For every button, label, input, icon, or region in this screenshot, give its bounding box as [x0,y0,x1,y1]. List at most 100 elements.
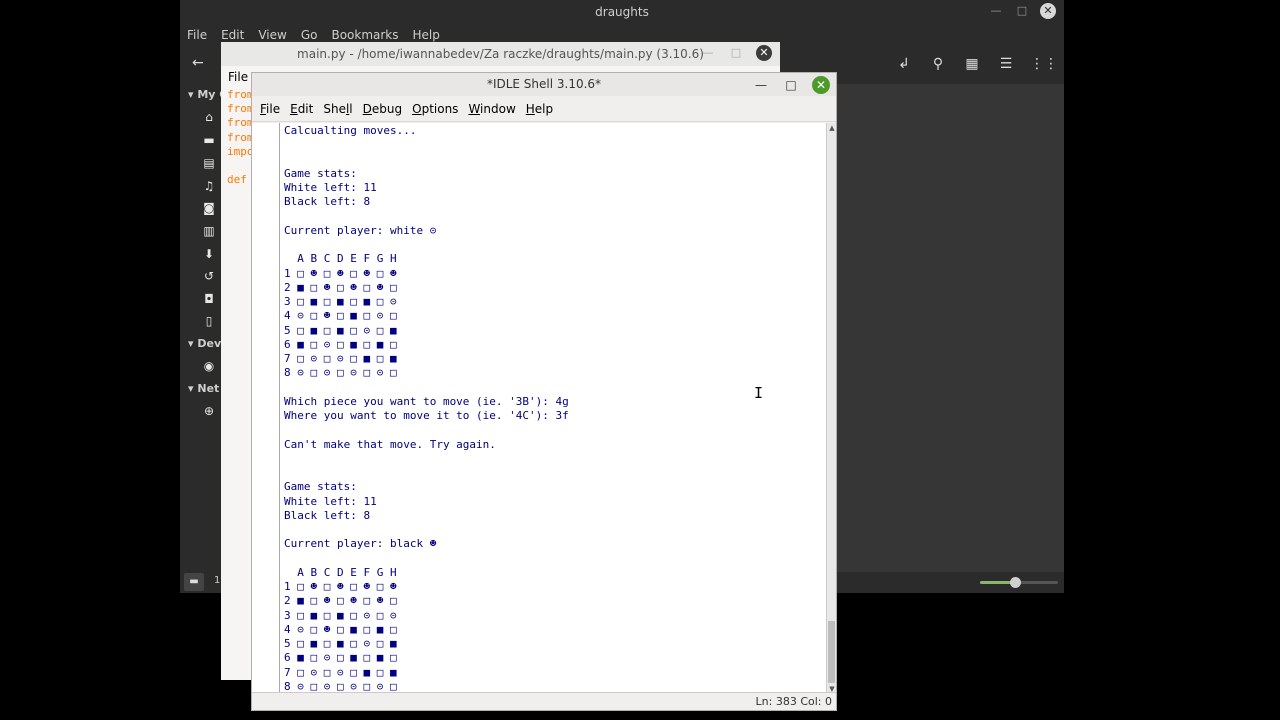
close-icon[interactable]: ✕ [756,45,772,61]
filesystem-icon[interactable]: ◘ [202,292,216,306]
shell-line: Game stats: [284,480,357,494]
shell-line: Which piece you want to move (ie. '3B'):… [284,394,569,408]
back-arrow-icon[interactable]: ← [192,55,204,71]
close-icon[interactable]: ✕ [812,76,830,94]
shell-line: Black left: 8 [284,508,371,522]
downloads-icon[interactable]: ⬇ [202,247,216,261]
icon-view-icon[interactable]: ▦ [962,54,982,74]
shell-line: 7 □ ⊝ □ ⊝ □ ■ □ ■ [284,665,397,679]
scrollbar-thumb[interactable] [828,621,835,683]
minimize-icon[interactable]: — [752,76,770,94]
shell-line: White left: 11 [284,494,377,508]
shell-line: 6 ■ □ ⊝ □ ■ □ ■ □ [284,337,397,351]
documents-icon[interactable]: ▤ [202,156,216,170]
desktop-icon[interactable]: ▬ [202,133,216,147]
menu-mnemonic: E [290,102,298,116]
close-icon[interactable]: ✕ [1040,3,1056,19]
shell-line: Current player: black ☻ [284,537,437,551]
zoom-slider-knob[interactable] [1010,577,1022,588]
menu-mnemonic: D [362,102,372,116]
zoom-slider[interactable] [980,577,1058,588]
shell-line: Where you want to move it to (ie. '4C'):… [284,409,569,422]
shell-text-area[interactable]: Calcualting moves... Game stats: White lef… [252,123,826,694]
shell-line: 2 ■ □ ☻ □ ☻ □ ☻ □ [284,280,397,294]
menu-label-part: ile [266,102,281,116]
shell-line: Calcualting moves... [284,124,417,137]
shell-menu-item[interactable]: Edit [285,96,318,121]
shell-menu-item[interactable]: File [255,96,285,121]
fm-title: draughts [595,5,649,19]
menu-label-part: indow [480,102,516,116]
folder-icon[interactable]: ▬ [184,573,204,591]
sidebar-heading-network[interactable]: ▾ Net [188,382,219,395]
minimize-icon[interactable]: — [700,45,716,61]
shell-line: 1 □ ☻ □ ☻ □ ☻ □ ☻ [284,266,397,280]
menu-mnemonic: W [468,102,481,116]
shell-line: 5 □ ■ □ ■ □ ⊝ □ ■ [284,323,397,337]
home-icon[interactable]: ⌂ [202,110,216,124]
maximize-icon[interactable]: □ [1014,3,1030,19]
network-icon[interactable]: ⊕ [202,404,216,418]
shell-menu-item[interactable]: Debug [358,96,407,121]
shell-menu-item[interactable]: Shell [318,96,357,121]
shell-line: 7 □ ⊝ □ ⊝ □ ■ □ ■ [284,352,397,365]
toggle-location-icon[interactable]: ↲ [894,54,914,74]
menu-mnemonic: H [525,102,535,116]
menu-mnemonic: O [412,102,422,116]
shell-line: Can't make that move. Try again. [284,437,496,451]
menu-label-part: ptions [421,102,459,116]
compact-view-icon[interactable]: ⋮⋮ [1030,54,1058,74]
shell-line: 6 ■ □ ⊝ □ ■ □ ■ □ [284,651,397,665]
shell-menu-item[interactable]: Window [463,96,520,121]
editor-code-area[interactable]: from from from from impo def [221,88,251,187]
shell-line: 8 ⊝ □ ⊝ □ ⊝ □ ⊝ □ [284,366,397,380]
menu-label-part: She [323,102,346,116]
sidebar-heading-devices[interactable]: ▾ Dev [188,337,221,350]
fm-menu-file[interactable]: File [187,24,207,46]
shell-line: 3 □ ■ □ ■ □ ■ □ ⊝ [284,295,397,308]
text-cursor-icon: I [754,384,764,402]
editor-titlebar[interactable]: main.py - /home/iwannabedev/Za raczke/dr… [221,42,780,66]
shell-menu-item[interactable]: Help [521,96,558,121]
code-line: from [227,130,251,144]
shell-line: Game stats: [284,166,357,180]
drive-icon[interactable]: ◉ [202,359,216,373]
shell-line: A B C D E F G H [284,252,397,266]
menu-label-part: ebug [371,102,403,116]
shell-titlebar[interactable]: *IDLE Shell 3.10.6* — □ ✕ [252,73,836,96]
code-line: from [227,116,251,130]
shell-line: Current player: white ⊝ [284,223,437,237]
videos-icon[interactable]: ▥ [202,224,216,238]
minimize-icon[interactable]: — [988,3,1004,19]
maximize-icon[interactable]: □ [728,45,744,61]
pictures-icon[interactable]: ◙ [202,201,216,215]
shell-menubar: File Edit Shell Debug Options Window Help [252,96,836,122]
shell-line: 4 ⊝ □ ☻ □ ■ □ ■ □ [284,622,397,636]
list-view-icon[interactable]: ☰ [996,54,1016,74]
music-icon[interactable]: ♫ [202,179,216,193]
shell-menu-item[interactable]: Options [407,96,463,121]
vertical-scrollbar[interactable]: ▲ ▼ [826,123,836,694]
fm-titlebar[interactable]: draughts — □ ✕ [180,0,1064,24]
code-line: from [227,102,251,116]
maximize-icon[interactable]: □ [782,76,800,94]
shell-line: Black left: 8 [284,195,371,209]
search-icon[interactable]: ⚲ [928,54,948,74]
fm-content-area[interactable] [835,84,1064,572]
editor-menu-file[interactable]: File [228,70,248,84]
shell-line: 2 ■ □ ☻ □ ☻ □ ☻ □ [284,594,397,608]
trash-icon[interactable]: ▯ [202,314,216,328]
scroll-up-arrow-icon[interactable]: ▲ [827,123,837,133]
recent-icon[interactable]: ↺ [202,269,216,283]
shell-line: 5 □ ■ □ ■ □ ⊝ □ ■ [284,637,397,650]
code-line: impo [227,144,251,158]
menu-label-part: dit [297,102,314,116]
shell-output: Calcualting moves... Game stats: White lef… [284,124,569,694]
